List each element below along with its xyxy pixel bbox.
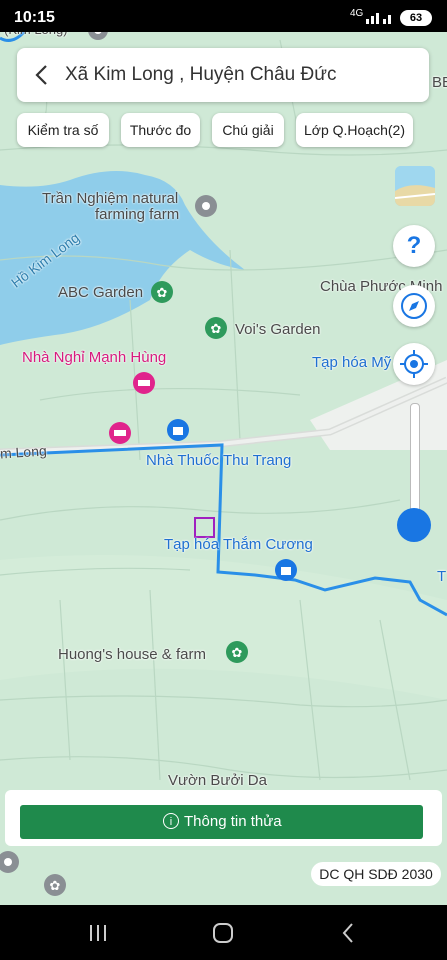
flower-icon[interactable]: ✿ xyxy=(44,874,66,896)
location-title: Xã Kim Long , Huyện Châu Đức xyxy=(65,64,337,85)
map-label: ABC Garden xyxy=(58,284,144,301)
status-time: 10:15 xyxy=(14,9,55,26)
map-label: Nhà Nghỉ Mạnh Hùng xyxy=(22,349,167,366)
status-bar: 10:15 4G 63 xyxy=(0,0,447,32)
recent-apps-icon[interactable] xyxy=(88,923,108,943)
map-label: Nhà Thuốc Thu Trang xyxy=(146,452,292,469)
map-label: Voi's Garden xyxy=(235,321,321,338)
map-label: Tạp hóa Mỹ xyxy=(312,354,392,371)
back-arrow-icon[interactable] xyxy=(31,63,55,87)
svg-text:✿: ✿ xyxy=(232,646,243,661)
chip-planning-layer[interactable]: Lớp Q.Hoạch(2) xyxy=(296,113,413,147)
parcel-info-label: Thông tin thửa xyxy=(184,813,282,830)
map-type-button[interactable] xyxy=(395,166,435,206)
svg-text:✿: ✿ xyxy=(157,286,168,301)
compass-icon xyxy=(401,293,427,319)
signal-icon xyxy=(366,13,391,24)
zoom-slider-thumb[interactable] xyxy=(397,508,431,542)
shop-icon[interactable] xyxy=(275,559,297,581)
map-label: Tạp hóa Thắm Cương xyxy=(164,536,313,553)
map-thumbnail-icon xyxy=(395,166,435,206)
info-icon: i xyxy=(163,813,179,829)
map-label: Huong's house & farm xyxy=(58,646,206,663)
battery-indicator: 63 xyxy=(400,10,432,26)
map-label: Trần Nghiệm natural xyxy=(42,190,179,207)
my-location-button[interactable] xyxy=(393,343,435,385)
hotel-icon[interactable] xyxy=(133,372,155,394)
planning-layer-badge[interactable]: DC QH SDĐ 2030 xyxy=(311,862,441,886)
svg-text:✿: ✿ xyxy=(211,322,222,337)
garden-icon[interactable]: ✿ xyxy=(226,641,248,663)
map-label: BE xyxy=(432,74,447,91)
network-type: 4G xyxy=(350,8,364,19)
chip-measure[interactable]: Thước đo xyxy=(121,113,200,147)
garden-icon[interactable]: ✿ xyxy=(151,281,173,303)
chip-check-number[interactable]: Kiểm tra số xyxy=(17,113,109,147)
map-label: Vườn Bưởi Da xyxy=(168,772,267,789)
poi-marker-gray-icon[interactable] xyxy=(195,195,217,217)
compass-button[interactable] xyxy=(393,285,435,327)
help-icon: ? xyxy=(406,232,422,259)
chip-legend[interactable]: Chú giải xyxy=(212,113,284,147)
home-icon[interactable] xyxy=(212,922,234,944)
map-label-road: m Long xyxy=(0,442,48,462)
location-header: Xã Kim Long , Huyện Châu Đức xyxy=(17,48,429,102)
garden-icon[interactable]: ✿ xyxy=(205,317,227,339)
map-label: T xyxy=(437,568,447,585)
shop-icon[interactable] xyxy=(167,419,189,441)
svg-text:✿: ✿ xyxy=(50,879,61,894)
hotel-icon[interactable] xyxy=(109,422,131,444)
help-button[interactable]: ? xyxy=(393,225,435,267)
map-label: farming farm xyxy=(95,206,180,223)
system-nav-bar xyxy=(0,905,447,960)
crosshair-icon xyxy=(400,350,428,378)
back-nav-icon[interactable] xyxy=(340,922,356,944)
parcel-info-button[interactable]: i Thông tin thửa xyxy=(20,805,423,839)
